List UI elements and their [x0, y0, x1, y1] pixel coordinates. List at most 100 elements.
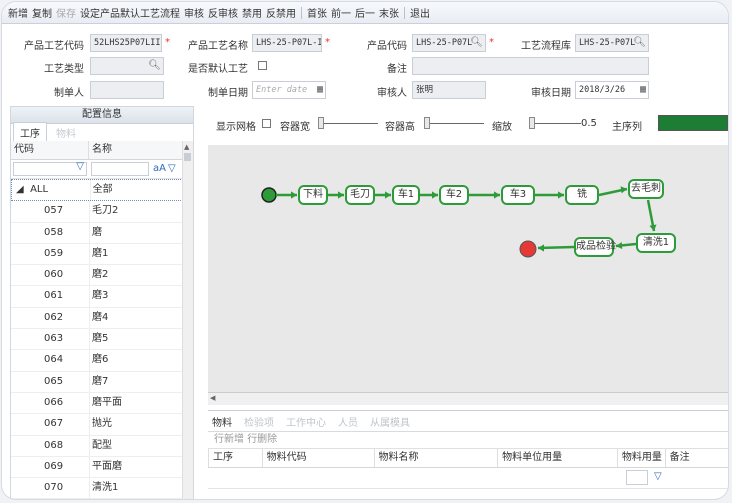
- horizontal-scrollbar[interactable]: ◀: [208, 392, 728, 405]
- reviewer-field[interactable]: 张明: [412, 81, 486, 99]
- table-row[interactable]: 065 磨7: [11, 371, 193, 393]
- flow-node[interactable]: 车1: [392, 185, 420, 205]
- detail-tab[interactable]: 人员: [338, 414, 358, 429]
- add-row-button[interactable]: 行新增: [214, 434, 244, 445]
- detail-col-header[interactable]: 物料代码: [261, 449, 374, 467]
- scroll-up-icon[interactable]: ▲: [184, 143, 189, 151]
- process-type-field[interactable]: 🔍︎: [90, 57, 164, 75]
- search-icon[interactable]: 🔍︎: [148, 58, 161, 74]
- flow-node[interactable]: 清洗1: [636, 233, 676, 253]
- detail-tab[interactable]: 检验项: [244, 414, 274, 429]
- table-row[interactable]: 064 磨6: [11, 350, 193, 372]
- flow-canvas[interactable]: 下料 毛刀 车1 车2 车3 铣 去毛刺清洗1 成品检验: [208, 145, 728, 392]
- table-row[interactable]: 057 毛刀2: [11, 201, 193, 223]
- zoom-thumb[interactable]: [529, 117, 535, 129]
- search-icon[interactable]: 🔍︎: [470, 35, 483, 51]
- calendar-icon[interactable]: ▦: [317, 82, 323, 98]
- detail-tab[interactable]: 物料: [212, 414, 232, 429]
- review-date-field[interactable]: 2018/3/26 ▦: [575, 81, 649, 99]
- code-filter-input[interactable]: ▽: [13, 161, 87, 176]
- show-grid-checkbox[interactable]: [262, 119, 271, 128]
- product-code-field[interactable]: LHS-25-P07L 🔍︎: [412, 34, 486, 52]
- table-row[interactable]: 062 磨4: [11, 307, 193, 330]
- toolbar-button[interactable]: 前一: [331, 5, 351, 20]
- start-node[interactable]: [261, 187, 277, 203]
- filter-icon[interactable]: ▽: [168, 160, 176, 178]
- main-seq-color-box[interactable]: [658, 115, 728, 131]
- flow-node[interactable]: 下料: [298, 185, 328, 205]
- toolbar-button[interactable]: 禁用: [242, 5, 262, 20]
- container-width-slider[interactable]: [320, 123, 378, 124]
- arrow-head: [291, 191, 297, 199]
- name-filter-input[interactable]: [91, 162, 149, 176]
- detail-col-header[interactable]: 物料用量: [616, 449, 665, 467]
- toolbar-button[interactable]: 保存: [56, 5, 76, 20]
- creator-field[interactable]: [90, 81, 164, 99]
- table-row[interactable]: 059 磨1: [11, 243, 193, 266]
- filter-icon[interactable]: ▽: [654, 471, 662, 482]
- container-height-slider[interactable]: [426, 123, 484, 124]
- table-cell-name: 磨1: [89, 243, 192, 265]
- scroll-left-icon[interactable]: ◀: [210, 394, 215, 402]
- process-code-field[interactable]: 52LHS25P07LII: [90, 34, 162, 52]
- toolbar-button[interactable]: 审核: [184, 5, 204, 20]
- flow-node[interactable]: 车2: [439, 185, 469, 205]
- end-node[interactable]: [519, 240, 537, 258]
- container-height-thumb[interactable]: [424, 117, 430, 129]
- collapse-icon[interactable]: ◢: [16, 184, 24, 195]
- create-date-field[interactable]: Enter date ▦: [252, 81, 326, 99]
- filter-icon[interactable]: ▽: [76, 161, 84, 172]
- search-icon[interactable]: 🔍︎: [633, 35, 646, 51]
- toolbar-button[interactable]: 末张: [379, 5, 399, 20]
- remark-field[interactable]: [412, 57, 649, 75]
- table-row[interactable]: 068 配型: [11, 435, 193, 457]
- table-row[interactable]: 070 清洗1: [11, 478, 193, 499]
- process-name-field[interactable]: LHS-25-P07L-I: [252, 34, 322, 52]
- case-sensitive-toggle[interactable]: aA: [153, 160, 166, 178]
- detail-col-header[interactable]: 备注: [664, 449, 728, 467]
- flow-node[interactable]: 去毛刺: [628, 179, 664, 199]
- table-row[interactable]: 069 平面磨: [11, 456, 193, 479]
- detail-tab[interactable]: 工作中心: [286, 414, 326, 429]
- calendar-icon[interactable]: ▦: [640, 82, 646, 98]
- flow-lib-field[interactable]: LHS-25-P07L 🔍︎: [575, 34, 649, 52]
- flow-node[interactable]: 毛刀: [345, 185, 375, 205]
- toolbar-button[interactable]: 反禁用: [266, 5, 296, 20]
- table-row[interactable]: 063 磨5: [11, 329, 193, 351]
- detail-col-header[interactable]: 物料名称: [373, 449, 498, 467]
- table-row[interactable]: 060 磨2: [11, 265, 193, 287]
- table-row[interactable]: 058 磨: [11, 222, 193, 244]
- toolbar-button[interactable]: 首张: [307, 5, 327, 20]
- flow-node[interactable]: 成品检验: [574, 237, 616, 257]
- required-mark: *: [165, 37, 170, 48]
- col-name-header[interactable]: 名称: [88, 141, 188, 159]
- table-cell-name: 抛光: [89, 414, 192, 435]
- config-tab[interactable]: 物料: [49, 122, 83, 142]
- toolbar-button[interactable]: 复制: [32, 5, 52, 20]
- toolbar-button[interactable]: 设定产品默认工艺流程: [80, 5, 180, 20]
- flow-node[interactable]: 车3: [501, 185, 535, 205]
- toolbar-button[interactable]: 反审核: [208, 5, 238, 20]
- flow-node[interactable]: 铣: [565, 185, 599, 205]
- table-row-all[interactable]: ◢ ALL 全部: [11, 179, 193, 202]
- col-code-header[interactable]: 代码: [11, 141, 88, 159]
- arrow-head: [494, 191, 500, 199]
- config-tab[interactable]: 工序: [13, 122, 47, 142]
- table-row[interactable]: 061 磨3: [11, 286, 193, 308]
- material-qty-filter-input[interactable]: [626, 470, 648, 485]
- detail-col-header[interactable]: 工序: [208, 449, 262, 467]
- toolbar-button[interactable]: 新增: [8, 5, 28, 20]
- is-default-checkbox[interactable]: [258, 61, 267, 70]
- vertical-scrollbar[interactable]: ▲: [182, 141, 193, 498]
- table-row[interactable]: 066 磨平面: [11, 392, 193, 415]
- detail-col-header[interactable]: 物料单位用量: [497, 449, 617, 467]
- toolbar-button[interactable]: 退出: [410, 5, 430, 20]
- scroll-thumb[interactable]: [184, 153, 191, 161]
- delete-row-button[interactable]: 行删除: [247, 434, 277, 445]
- container-width-thumb[interactable]: [318, 117, 324, 129]
- process-table: 代码 名称 ▽ aA ▽ ◢ ALL 全部 057 毛刀2 058 磨 059 磨1 060…: [11, 141, 193, 499]
- zoom-slider[interactable]: [531, 123, 581, 124]
- table-row[interactable]: 067 抛光: [11, 414, 193, 436]
- toolbar-button[interactable]: 后一: [355, 5, 375, 20]
- detail-tab[interactable]: 从属模具: [370, 414, 410, 429]
